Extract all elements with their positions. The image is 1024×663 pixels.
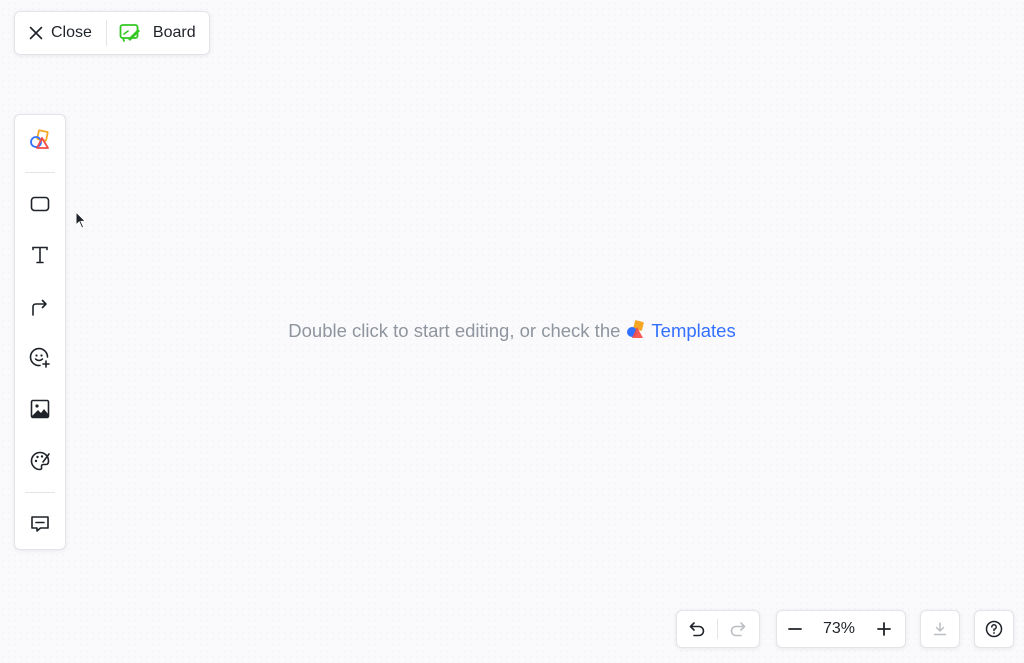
redo-icon	[730, 622, 746, 637]
top-bar: Close Board	[14, 11, 210, 55]
sticker-tool[interactable]	[15, 338, 65, 378]
text-icon	[32, 246, 48, 264]
templates-tool[interactable]	[15, 120, 65, 160]
help-button[interactable]	[975, 611, 1013, 647]
toolbar-divider	[25, 172, 55, 173]
rectangle-icon	[30, 196, 50, 212]
zoom-in-button[interactable]	[865, 611, 903, 647]
board-icon	[119, 24, 140, 42]
palette-icon	[30, 451, 50, 471]
image-icon	[30, 399, 50, 419]
empty-canvas-hint: Double click to start editing, or check …	[0, 320, 1024, 342]
zoom-out-button[interactable]	[777, 611, 813, 647]
zoom-controls: 73%	[776, 610, 906, 648]
templates-link[interactable]: Templates	[651, 320, 735, 341]
close-button[interactable]: Close	[15, 12, 106, 54]
rectangle-tool[interactable]	[15, 184, 65, 224]
undo-button[interactable]	[677, 611, 717, 647]
download-icon	[933, 622, 947, 636]
palette-tool[interactable]	[15, 441, 65, 481]
comment-tool[interactable]	[15, 504, 65, 544]
board-label: Board	[152, 24, 196, 41]
undo-icon	[689, 622, 705, 637]
help-control	[974, 610, 1014, 648]
sticker-icon	[29, 347, 50, 368]
comment-icon	[31, 516, 49, 532]
close-label: Close	[51, 24, 92, 41]
close-icon	[29, 26, 43, 40]
mouse-cursor-icon	[75, 211, 87, 229]
plus-icon	[877, 622, 891, 636]
text-tool[interactable]	[15, 235, 65, 275]
download-button[interactable]	[921, 611, 959, 647]
help-icon	[985, 620, 1003, 638]
templates-icon	[30, 129, 49, 149]
redo-button[interactable]	[718, 611, 758, 647]
minus-icon	[788, 628, 802, 630]
connector-icon	[32, 299, 47, 316]
download-control	[920, 610, 960, 648]
zoom-level[interactable]: 73%	[813, 620, 865, 638]
history-controls	[676, 610, 760, 648]
toolbar-divider	[25, 492, 55, 493]
board-button[interactable]: Board	[107, 12, 206, 54]
templates-link-icon	[627, 320, 645, 338]
image-tool[interactable]	[15, 389, 65, 429]
hint-text: Double click to start editing, or check …	[288, 320, 621, 341]
